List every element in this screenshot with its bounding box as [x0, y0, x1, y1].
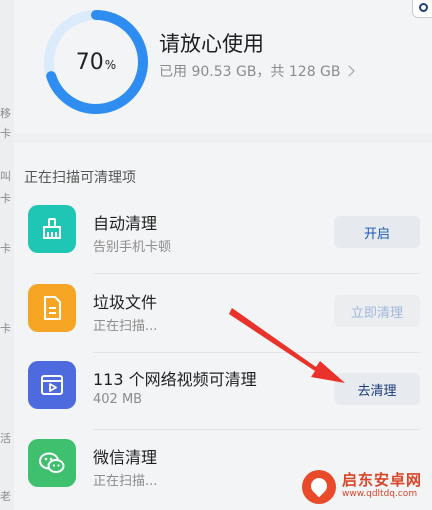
- item-title: 垃圾文件: [93, 293, 158, 312]
- background-page-strip: 移 卡 叫 卡 卡 卡 活 老: [0, 0, 14, 510]
- item-title: 微信清理: [93, 448, 158, 467]
- watermark-url: www.qdltdq.com: [342, 489, 418, 499]
- enable-button[interactable]: 开启: [334, 216, 420, 248]
- list-item-junk-files[interactable]: 垃圾文件 正在扫描... 立即清理: [14, 275, 432, 353]
- item-subtitle: 正在扫描...: [93, 474, 158, 489]
- watermark-logo-icon: [302, 470, 336, 504]
- item-title: 自动清理: [93, 214, 158, 233]
- chevron-right-icon: [342, 65, 355, 77]
- item-title: 113 个网络视频可清理: [93, 370, 257, 389]
- storage-percent: 70 %: [42, 8, 150, 116]
- storage-usage-link[interactable]: 已用 90.53 GB，共 128 GB: [159, 61, 355, 81]
- section-label: 正在扫描可清理项: [24, 170, 136, 186]
- watermark: 启东安卓网 www.qdltdq.com: [298, 464, 432, 510]
- document-icon: [28, 284, 76, 332]
- list-item-online-videos[interactable]: 113 个网络视频可清理 402 MB 去清理: [14, 352, 432, 430]
- item-subtitle: 告别手机卡顿: [93, 240, 172, 255]
- item-subtitle: 正在扫描...: [93, 319, 158, 334]
- item-divider: [93, 273, 420, 274]
- section-divider: [14, 133, 432, 143]
- watermark-name: 启东安卓网: [342, 471, 423, 489]
- wechat-icon: [28, 439, 76, 487]
- storage-usage-text: 已用 90.53 GB，共 128 GB: [159, 64, 341, 80]
- list-item-auto-clean[interactable]: 自动清理 告别手机卡顿 开启: [14, 196, 432, 274]
- cleaner-panel: 70 % 请放心使用 已用 90.53 GB，共 128 GB 正在扫描可清理项…: [14, 0, 432, 510]
- storage-status-title: 请放心使用: [159, 32, 264, 56]
- clean-now-button[interactable]: 立即清理: [334, 295, 420, 327]
- storage-percent-number: 70: [75, 49, 104, 75]
- video-icon: [28, 361, 76, 409]
- storage-percent-unit: %: [104, 58, 117, 72]
- item-subtitle: 402 MB: [93, 392, 143, 407]
- go-clean-button[interactable]: 去清理: [334, 373, 420, 405]
- broom-icon: [28, 205, 76, 253]
